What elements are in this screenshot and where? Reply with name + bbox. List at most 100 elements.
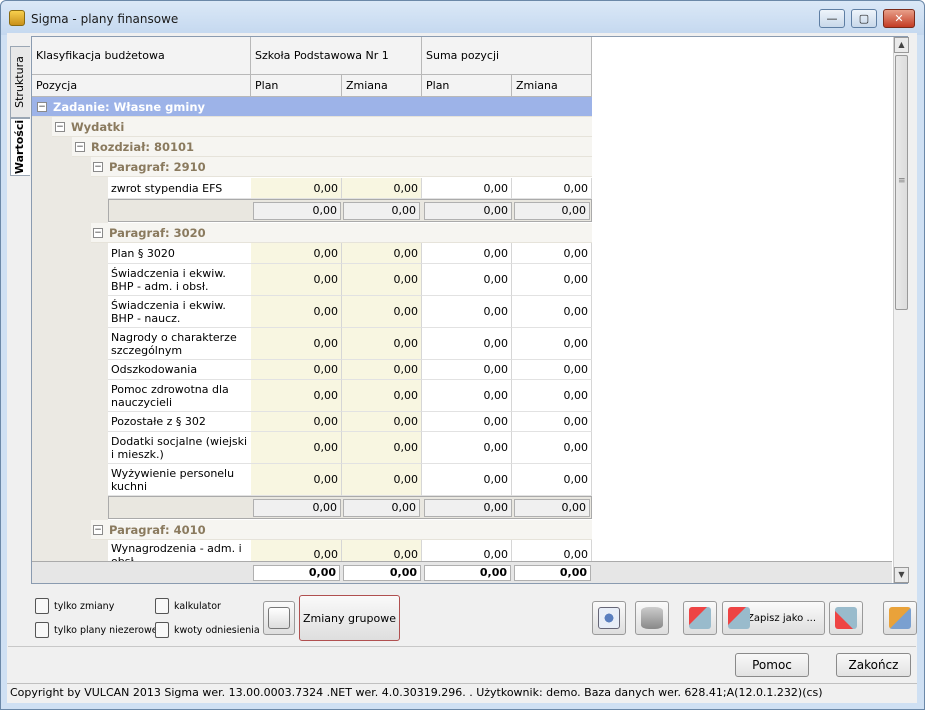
value-cell[interactable]: 0,00: [422, 296, 512, 328]
data-row[interactable]: Dodatki socjalne (wiejski i mieszk.) 0,00…: [32, 432, 592, 464]
pomoc-button[interactable]: Pomoc: [735, 653, 809, 677]
value-cell[interactable]: 0,00: [512, 360, 592, 380]
scroll-down-button[interactable]: ▼: [894, 567, 909, 583]
header-zmiana-2[interactable]: Zmiana: [512, 75, 592, 97]
value-cell[interactable]: 0,00: [422, 412, 512, 432]
title-bar[interactable]: Sigma - plany finansowe — ▢ ✕: [1, 1, 924, 35]
tab-struktura[interactable]: Struktura: [10, 46, 30, 118]
value-cell[interactable]: 0,00: [422, 243, 512, 264]
data-row[interactable]: Nagrody o charakterze szczególnym 0,00 0,0…: [32, 328, 592, 360]
header-suma[interactable]: Suma pozycji: [422, 37, 592, 75]
option-tylko-zmiany[interactable]: tylko zmiany: [35, 598, 114, 614]
group-paragraf-3020[interactable]: − Paragraf: 3020: [91, 223, 592, 243]
group-wydatki[interactable]: − Wydatki: [52, 117, 592, 137]
value-cell[interactable]: 0,00: [342, 264, 422, 296]
value-cell[interactable]: 0,00: [251, 412, 342, 432]
value-cell[interactable]: 0,00: [251, 243, 342, 264]
value-cell[interactable]: 0,00: [251, 380, 342, 412]
value-cell[interactable]: 0,00: [422, 540, 512, 561]
value-cell[interactable]: 0,00: [512, 540, 592, 561]
data-row[interactable]: Pozostałe z § 302 0,00 0,00 0,00 0,00: [32, 412, 592, 432]
option-kwoty-odniesienia[interactable]: kwoty odniesienia: [155, 622, 260, 638]
value-cell[interactable]: 0,00: [251, 296, 342, 328]
value-cell[interactable]: 0,00: [251, 540, 342, 561]
maximize-button[interactable]: ▢: [851, 9, 877, 28]
value-cell[interactable]: 0,00: [422, 380, 512, 412]
export-button[interactable]: [683, 601, 717, 635]
data-row[interactable]: Pomoc zdrowotna dla nauczycieli 0,00 0,00 0…: [32, 380, 592, 412]
header-zmiana-1[interactable]: Zmiana: [342, 75, 422, 97]
value-cell[interactable]: 0,00: [512, 328, 592, 360]
collapse-icon[interactable]: −: [55, 121, 65, 132]
preview-button[interactable]: [592, 601, 626, 635]
value-cell[interactable]: 0,00: [342, 464, 422, 496]
group-zadanie[interactable]: − Zadanie: Własne gminy: [32, 97, 592, 117]
value-cell[interactable]: 0,00: [342, 540, 422, 561]
value-cell[interactable]: 0,00: [251, 178, 342, 199]
value-cell[interactable]: 0,00: [512, 243, 592, 264]
header-plan-2[interactable]: Plan: [422, 75, 512, 97]
value-cell[interactable]: 0,00: [422, 432, 512, 464]
settings-button[interactable]: [883, 601, 917, 635]
group-paragraf-4010[interactable]: − Paragraf: 4010: [91, 520, 592, 540]
value-cell[interactable]: 0,00: [422, 178, 512, 199]
value-cell[interactable]: 0,00: [512, 178, 592, 199]
scroll-up-button[interactable]: ▲: [894, 37, 909, 53]
zapisz-jako-button[interactable]: Zapisz jako ...: [722, 601, 825, 635]
data-row[interactable]: Plan § 3020 0,00 0,00 0,00 0,00: [32, 243, 592, 264]
data-row[interactable]: Świadczenia i ekwiw. BHP - adm. i obsł. 0…: [32, 264, 592, 296]
import-button[interactable]: [829, 601, 863, 635]
zmiany-grupowe-button[interactable]: Zmiany grupowe: [299, 595, 400, 641]
header-pozycja[interactable]: Pozycja: [32, 75, 251, 97]
collapse-icon[interactable]: −: [93, 161, 103, 172]
value-cell[interactable]: 0,00: [512, 296, 592, 328]
header-klasyfikacja[interactable]: Klasyfikacja budżetowa: [32, 37, 251, 75]
value-cell[interactable]: 0,00: [251, 432, 342, 464]
data-row[interactable]: Świadczenia i ekwiw. BHP - naucz. 0,00 0,0…: [32, 296, 592, 328]
database-button[interactable]: [635, 601, 669, 635]
value-cell[interactable]: 0,00: [342, 243, 422, 264]
data-row[interactable]: Wyżywienie personelu kuchni 0,00 0,00 0,00 0…: [32, 464, 592, 496]
value-cell[interactable]: 0,00: [342, 412, 422, 432]
tab-wartosci[interactable]: Wartości: [10, 118, 30, 176]
value-cell[interactable]: 0,00: [342, 380, 422, 412]
data-row[interactable]: zwrot stypendia EFS 0,00 0,00 0,00 0,00: [32, 178, 592, 199]
value-cell[interactable]: 0,00: [422, 464, 512, 496]
zakoncz-button[interactable]: Zakończ: [836, 653, 911, 677]
collapse-icon[interactable]: −: [75, 141, 85, 152]
value-cell[interactable]: 0,00: [251, 264, 342, 296]
value-cell[interactable]: 0,00: [422, 264, 512, 296]
collapse-icon[interactable]: −: [93, 524, 103, 535]
tree-view-button[interactable]: [263, 601, 295, 635]
data-row[interactable]: Wynagrodzenia - adm. i obsł. 0,00 0,00 0,00…: [32, 540, 592, 561]
value-cell[interactable]: 0,00: [342, 328, 422, 360]
value-cell[interactable]: 0,00: [342, 178, 422, 199]
value-cell[interactable]: 0,00: [342, 432, 422, 464]
vertical-scrollbar[interactable]: ▲ ≡ ▼: [893, 37, 909, 583]
value-cell[interactable]: 0,00: [251, 360, 342, 380]
collapse-icon[interactable]: −: [37, 101, 47, 112]
value-cell[interactable]: 0,00: [422, 360, 512, 380]
value-cell[interactable]: 0,00: [512, 464, 592, 496]
minimize-button[interactable]: —: [819, 9, 845, 28]
header-plan-1[interactable]: Plan: [251, 75, 342, 97]
group-rozdzial[interactable]: − Rozdział: 80101: [72, 137, 592, 157]
group-paragraf-2910[interactable]: − Paragraf: 2910: [91, 157, 592, 177]
value-cell[interactable]: 0,00: [251, 464, 342, 496]
value-cell[interactable]: 0,00: [512, 380, 592, 412]
scroll-thumb[interactable]: ≡: [895, 55, 908, 310]
value-cell[interactable]: 0,00: [342, 296, 422, 328]
value-cell[interactable]: 0,00: [512, 432, 592, 464]
collapse-icon[interactable]: −: [93, 227, 103, 238]
value-cell[interactable]: 0,00: [512, 264, 592, 296]
value-cell[interactable]: 0,00: [422, 328, 512, 360]
option-kalkulator[interactable]: kalkulator: [155, 598, 221, 614]
header-szkola[interactable]: Szkoła Podstawowa Nr 1: [251, 37, 422, 75]
option-tylko-niezerowe[interactable]: tylko plany niezerowe: [35, 622, 158, 638]
data-row[interactable]: Odszkodowania 0,00 0,00 0,00 0,00: [32, 360, 592, 380]
value-cell[interactable]: 0,00: [512, 412, 592, 432]
value-cell[interactable]: 0,00: [342, 360, 422, 380]
value-cell[interactable]: 0,00: [251, 328, 342, 360]
close-button[interactable]: ✕: [883, 9, 915, 28]
group-rozdzial-label: Rozdział: 80101: [91, 139, 194, 154]
